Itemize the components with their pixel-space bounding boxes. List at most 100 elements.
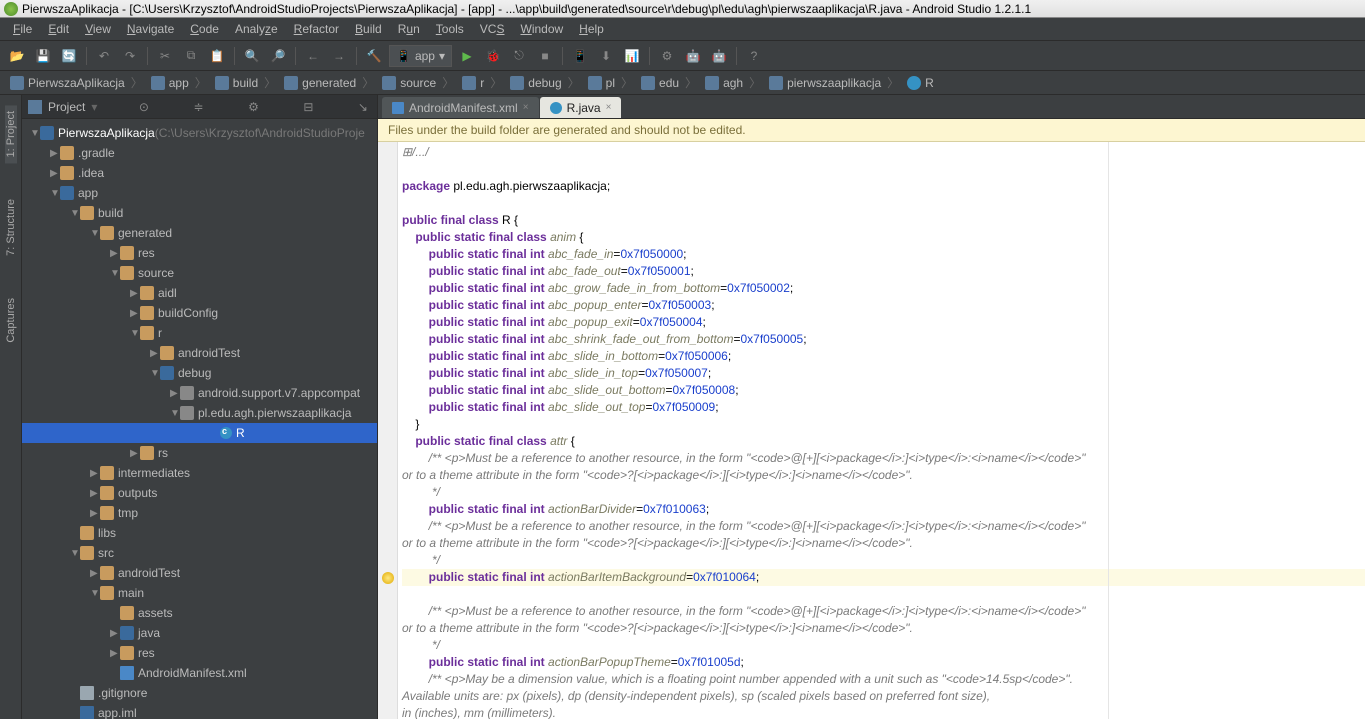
forward-icon[interactable]: → bbox=[328, 45, 350, 67]
tree-debug[interactable]: ▼debug bbox=[22, 363, 377, 383]
crumb-agh[interactable]: agh bbox=[701, 74, 765, 91]
generated-file-banner: Files under the build folder are generat… bbox=[378, 119, 1365, 142]
stop-icon[interactable]: ■ bbox=[534, 45, 556, 67]
save-icon[interactable]: 💾 bbox=[32, 45, 54, 67]
toolbar-separator bbox=[736, 47, 737, 65]
tab-structure[interactable]: 7: Structure bbox=[5, 193, 17, 262]
tree-androidtest[interactable]: ▶androidTest bbox=[22, 343, 377, 363]
tree-root[interactable]: ▼PierwszaAplikacja (C:\Users\Krzysztof\A… bbox=[22, 123, 377, 143]
make-icon[interactable]: 🔨 bbox=[363, 45, 385, 67]
tree-appiml[interactable]: app.iml bbox=[22, 703, 377, 719]
tree-appcompat[interactable]: ▶android.support.v7.appcompat bbox=[22, 383, 377, 403]
sync-icon[interactable]: 🔄 bbox=[58, 45, 80, 67]
crumb-class[interactable]: R bbox=[903, 76, 944, 90]
tree-outputs[interactable]: ▶outputs bbox=[22, 483, 377, 503]
menu-build[interactable]: Build bbox=[348, 20, 389, 38]
tree-java[interactable]: ▶java bbox=[22, 623, 377, 643]
menu-navigate[interactable]: Navigate bbox=[120, 20, 181, 38]
tab-close-icon[interactable]: × bbox=[523, 102, 529, 113]
run-icon[interactable]: ▶ bbox=[456, 45, 478, 67]
menu-run[interactable]: Run bbox=[391, 20, 427, 38]
menu-refactor[interactable]: Refactor bbox=[287, 20, 346, 38]
tree-tmp[interactable]: ▶tmp bbox=[22, 503, 377, 523]
monitor-icon[interactable]: 📊 bbox=[621, 45, 643, 67]
tab-manifest[interactable]: AndroidManifest.xml× bbox=[382, 97, 539, 118]
crumb-debug[interactable]: debug bbox=[506, 74, 583, 91]
tree-main[interactable]: ▼main bbox=[22, 583, 377, 603]
replace-icon[interactable]: 🔎 bbox=[267, 45, 289, 67]
settings-icon[interactable]: ⚙ bbox=[656, 45, 678, 67]
menu-file[interactable]: File bbox=[6, 20, 39, 38]
cut-icon[interactable]: ✂ bbox=[154, 45, 176, 67]
paste-icon[interactable]: 📋 bbox=[206, 45, 228, 67]
tree-source[interactable]: ▼source bbox=[22, 263, 377, 283]
tree-src[interactable]: ▼src bbox=[22, 543, 377, 563]
panel-gear-icon[interactable]: ⚙ bbox=[245, 100, 262, 114]
panel-collapse-icon[interactable]: ≑ bbox=[190, 100, 206, 114]
tree-manifest[interactable]: AndroidManifest.xml bbox=[22, 663, 377, 683]
tree-pkg[interactable]: ▼pl.edu.agh.pierwszaaplikacja bbox=[22, 403, 377, 423]
crumb-edu[interactable]: edu bbox=[637, 74, 701, 91]
debug-icon[interactable]: 🐞 bbox=[482, 45, 504, 67]
intention-bulb-icon[interactable] bbox=[382, 572, 394, 584]
crumb-source[interactable]: source bbox=[378, 74, 458, 91]
crumb-root[interactable]: PierwszaAplikacja bbox=[6, 74, 147, 91]
menu-view[interactable]: View bbox=[78, 20, 118, 38]
tree-assets[interactable]: assets bbox=[22, 603, 377, 623]
attach-debugger-icon[interactable]: ⎋ bbox=[508, 45, 530, 67]
redo-icon[interactable]: ↷ bbox=[119, 45, 141, 67]
copy-icon[interactable]: ⧉ bbox=[180, 45, 202, 67]
tree-gen-res[interactable]: ▶res bbox=[22, 243, 377, 263]
tree-buildconfig[interactable]: ▶buildConfig bbox=[22, 303, 377, 323]
menu-code[interactable]: Code bbox=[183, 20, 226, 38]
tree-libs[interactable]: libs bbox=[22, 523, 377, 543]
tab-project[interactable]: 1: Project bbox=[5, 105, 17, 163]
panel-settings-icon[interactable]: ⊙ bbox=[136, 100, 152, 114]
tree-gitignore[interactable]: .gitignore bbox=[22, 683, 377, 703]
toolbar-separator bbox=[86, 47, 87, 65]
panel-close-icon[interactable]: ↘ bbox=[355, 100, 371, 114]
tree-generated[interactable]: ▼generated bbox=[22, 223, 377, 243]
project-tree[interactable]: ▼PierwszaAplikacja (C:\Users\Krzysztof\A… bbox=[22, 119, 377, 719]
menu-analyze[interactable]: Analyze bbox=[228, 20, 285, 38]
crumb-pl[interactable]: pl bbox=[584, 74, 637, 91]
menu-edit[interactable]: Edit bbox=[41, 20, 76, 38]
back-icon[interactable]: ← bbox=[302, 45, 324, 67]
tab-close-icon[interactable]: × bbox=[606, 102, 612, 113]
tab-captures[interactable]: Captures bbox=[5, 292, 17, 349]
tree-r-class[interactable]: R bbox=[22, 423, 377, 443]
tree-rs[interactable]: ▶rs bbox=[22, 443, 377, 463]
crumb-generated[interactable]: generated bbox=[280, 74, 378, 91]
crumb-pkg[interactable]: pierwszaaplikacja bbox=[765, 74, 903, 91]
crumb-app[interactable]: app bbox=[147, 74, 211, 91]
panel-title[interactable]: Project bbox=[48, 100, 85, 114]
android-icon[interactable]: 🤖 bbox=[682, 45, 704, 67]
avd-icon[interactable]: 📱 bbox=[569, 45, 591, 67]
tree-aidl[interactable]: ▶aidl bbox=[22, 283, 377, 303]
tree-src-androidtest[interactable]: ▶androidTest bbox=[22, 563, 377, 583]
panel-hide-icon[interactable]: ⊟ bbox=[300, 100, 316, 114]
tree-res[interactable]: ▶res bbox=[22, 643, 377, 663]
tree-app[interactable]: ▼app bbox=[22, 183, 377, 203]
crumb-r[interactable]: r bbox=[458, 74, 506, 91]
tree-gradle[interactable]: ▶.gradle bbox=[22, 143, 377, 163]
menu-tools[interactable]: Tools bbox=[429, 20, 471, 38]
help-icon[interactable]: ? bbox=[743, 45, 765, 67]
tree-idea[interactable]: ▶.idea bbox=[22, 163, 377, 183]
crumb-build[interactable]: build bbox=[211, 74, 280, 91]
menu-help[interactable]: Help bbox=[572, 20, 611, 38]
find-icon[interactable]: 🔍 bbox=[241, 45, 263, 67]
run-config-select[interactable]: 📱 app ▾ bbox=[389, 45, 452, 67]
android-alt-icon[interactable]: 🤖 bbox=[708, 45, 730, 67]
menu-window[interactable]: Window bbox=[513, 20, 570, 38]
tree-build[interactable]: ▼build bbox=[22, 203, 377, 223]
tree-intermediates[interactable]: ▶intermediates bbox=[22, 463, 377, 483]
undo-icon[interactable]: ↶ bbox=[93, 45, 115, 67]
tree-r[interactable]: ▼r bbox=[22, 323, 377, 343]
open-icon[interactable]: 📂 bbox=[6, 45, 28, 67]
project-panel-header: Project ▾ ⊙ ≑ ⚙ ⊟ ↘ bbox=[22, 95, 377, 119]
code-editor[interactable]: ⊞/.../ package pl.edu.agh.pierwszaaplika… bbox=[378, 142, 1365, 719]
tab-rjava[interactable]: R.java× bbox=[540, 97, 622, 118]
sdk-icon[interactable]: ⬇ bbox=[595, 45, 617, 67]
menu-vcs[interactable]: VCS bbox=[473, 20, 512, 38]
